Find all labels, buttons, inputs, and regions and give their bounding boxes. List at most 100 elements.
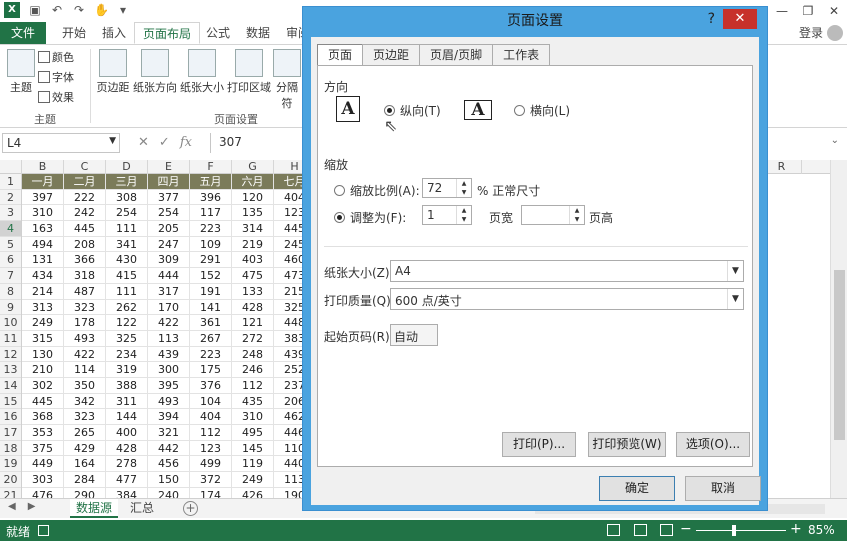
cell[interactable]: 三月 (106, 174, 148, 190)
first-page-number-input[interactable]: 自动 (390, 324, 438, 346)
cell[interactable]: 254 (148, 205, 190, 222)
cell[interactable]: 426 (232, 487, 274, 498)
cell[interactable]: 311 (106, 393, 148, 410)
print-area-button[interactable]: 打印区域 (226, 49, 272, 95)
col-header[interactable]: E (148, 160, 190, 174)
row-header[interactable]: 14 (0, 378, 21, 394)
cell[interactable]: 133 (232, 283, 274, 300)
fit-to-radio[interactable]: 调整为(F): (334, 209, 406, 226)
cell[interactable]: 422 (148, 315, 190, 331)
normal-view-icon[interactable] (607, 524, 620, 536)
breaks-button[interactable]: 分隔符 (272, 49, 302, 111)
zoom-level[interactable]: 85% (808, 523, 835, 537)
cell[interactable]: 325 (106, 330, 148, 347)
cell[interactable]: 130 (22, 346, 64, 363)
cell[interactable]: 二月 (64, 174, 106, 190)
redo-icon[interactable]: ↷ (72, 3, 86, 17)
cell[interactable]: 415 (106, 268, 148, 284)
chevron-down-icon[interactable]: ▼ (727, 261, 743, 281)
cell[interactable]: 191 (190, 283, 232, 300)
sheet-tab-summary[interactable]: 汇总 (124, 499, 160, 518)
row-header[interactable]: 9 (0, 300, 21, 316)
tab-data[interactable]: 数据 (238, 22, 278, 44)
scroll-thumb[interactable] (834, 270, 845, 440)
row-header[interactable]: 1 (0, 174, 21, 190)
cell[interactable]: 475 (232, 268, 274, 284)
cell[interactable]: 442 (148, 440, 190, 457)
cell[interactable]: 435 (232, 393, 274, 410)
cell[interactable]: 234 (106, 346, 148, 363)
cell[interactable]: 366 (64, 252, 106, 269)
cell[interactable]: 321 (148, 425, 190, 441)
prev-sheet-icon[interactable]: ◀ (8, 501, 16, 512)
expand-formula-icon[interactable]: ⌄ (831, 135, 839, 146)
cell[interactable]: 284 (64, 472, 106, 488)
cell[interactable]: 五月 (190, 174, 232, 190)
cell[interactable]: 152 (190, 268, 232, 284)
cell[interactable]: 396 (190, 189, 232, 206)
row-header[interactable]: 6 (0, 252, 21, 269)
print-button[interactable]: 打印(P)... (502, 432, 576, 457)
cell[interactable]: 291 (190, 252, 232, 269)
options-button[interactable]: 选项(O)... (676, 432, 750, 457)
restore-icon[interactable]: ❐ (795, 0, 821, 22)
cancel-button[interactable]: 取消 (685, 476, 761, 501)
tab-sheet[interactable]: 工作表 (492, 44, 551, 66)
cell[interactable]: 一月 (22, 174, 64, 190)
colors-button[interactable]: 颜色 (38, 49, 74, 65)
row-header[interactable]: 20 (0, 472, 21, 488)
cell[interactable]: 323 (64, 409, 106, 425)
cell[interactable]: 400 (106, 425, 148, 441)
cell[interactable]: 310 (232, 409, 274, 425)
tab-header-footer[interactable]: 页眉/页脚 (419, 44, 494, 66)
row-header[interactable]: 15 (0, 394, 21, 410)
print-preview-button[interactable]: 打印预览(W) (588, 432, 666, 457)
cancel-icon[interactable]: ✕ (138, 135, 149, 150)
cell[interactable]: 249 (232, 472, 274, 488)
cell[interactable]: 290 (64, 487, 106, 498)
row-header[interactable]: 16 (0, 409, 21, 425)
name-box[interactable]: L4 ▼ (2, 133, 120, 153)
cell[interactable]: 248 (232, 346, 274, 363)
col-header[interactable]: R (762, 160, 802, 174)
cell[interactable]: 223 (190, 346, 232, 363)
row-header[interactable]: 11 (0, 331, 21, 347)
cell[interactable]: 246 (232, 362, 274, 378)
cell[interactable]: 174 (190, 487, 232, 498)
row-header[interactable]: 19 (0, 456, 21, 473)
col-header[interactable]: D (106, 160, 148, 174)
cell[interactable]: 493 (64, 330, 106, 347)
col-header[interactable]: C (64, 160, 106, 174)
cell[interactable]: 170 (148, 299, 190, 316)
cell[interactable]: 六月 (232, 174, 274, 190)
cell[interactable]: 242 (64, 205, 106, 222)
cell[interactable]: 219 (232, 236, 274, 253)
tab-file[interactable]: 文件 (0, 22, 46, 44)
cell[interactable]: 341 (106, 236, 148, 253)
select-all-corner[interactable] (0, 160, 22, 174)
cell[interactable]: 四月 (148, 174, 190, 190)
cell[interactable]: 317 (148, 283, 190, 300)
margins-button[interactable]: 页边距 (95, 49, 131, 95)
cell[interactable]: 262 (106, 299, 148, 316)
cell[interactable]: 114 (64, 362, 106, 378)
cell[interactable]: 163 (22, 221, 64, 237)
cell[interactable]: 430 (106, 252, 148, 269)
login-link[interactable]: 登录 (799, 22, 823, 44)
row-header[interactable]: 18 (0, 441, 21, 457)
row-header[interactable]: 12 (0, 347, 21, 363)
cell[interactable]: 300 (148, 362, 190, 378)
chevron-down-icon[interactable]: ▼ (109, 136, 116, 146)
cell[interactable]: 375 (22, 440, 64, 457)
cell[interactable]: 272 (232, 330, 274, 347)
save-icon[interactable]: ▣ (28, 3, 42, 17)
cell[interactable]: 249 (22, 315, 64, 331)
cell[interactable]: 111 (106, 221, 148, 237)
cell[interactable]: 449 (22, 456, 64, 473)
cell[interactable]: 214 (22, 283, 64, 300)
fonts-button[interactable]: 字体 (38, 69, 74, 85)
cell[interactable]: 494 (22, 236, 64, 253)
cell[interactable]: 104 (190, 393, 232, 410)
cell[interactable]: 397 (22, 189, 64, 206)
cell[interactable]: 119 (232, 456, 274, 473)
